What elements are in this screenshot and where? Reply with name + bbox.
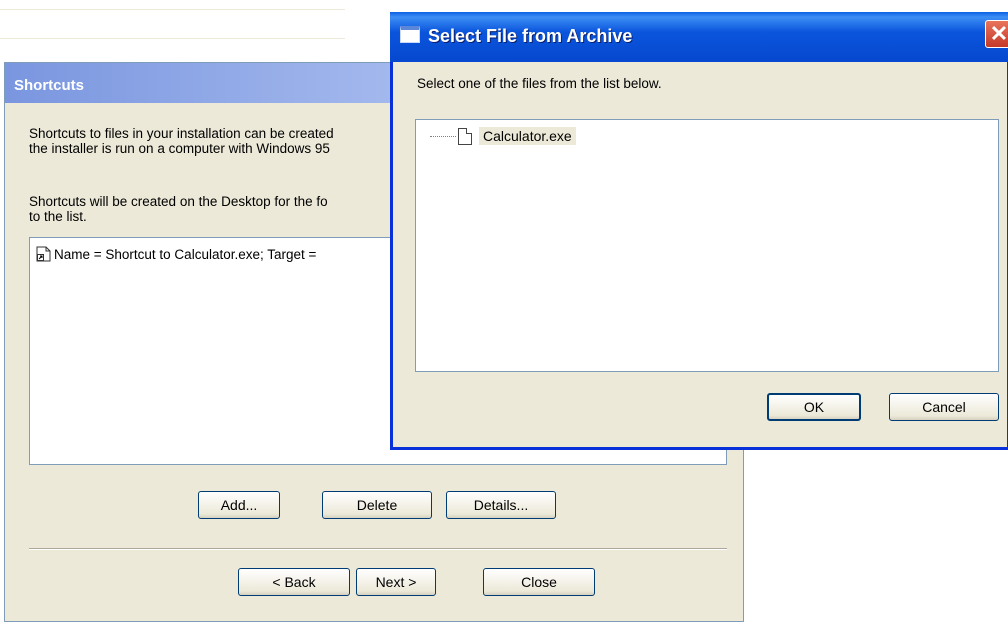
delete-button[interactable]: Delete bbox=[322, 491, 432, 519]
cancel-button[interactable]: Cancel bbox=[889, 393, 999, 421]
tree-item-label: Calculator.exe bbox=[479, 127, 576, 145]
ok-button[interactable]: OK bbox=[767, 393, 861, 421]
close-icon[interactable]: ✕ bbox=[985, 20, 1008, 48]
shortcut-icon bbox=[36, 246, 51, 262]
list-item[interactable]: Name = Shortcut to Calculator.exe; Targe… bbox=[36, 246, 316, 262]
dialog-title: Select File from Archive bbox=[428, 26, 633, 46]
wizard-desc-line-1: Shortcuts will be created on the Desktop… bbox=[29, 194, 328, 209]
select-file-dialog: Select File from Archive ✕ Select one of… bbox=[390, 12, 1008, 450]
wizard-intro-line-2: the installer is run on a computer with … bbox=[29, 141, 330, 156]
dialog-titlebar[interactable]: Select File from Archive ✕ bbox=[390, 12, 1008, 62]
wizard-intro-line-1: Shortcuts to files in your installation … bbox=[29, 126, 334, 141]
tree-connector bbox=[430, 135, 456, 137]
dialog-prompt: Select one of the files from the list be… bbox=[417, 76, 662, 91]
wizard-divider bbox=[29, 548, 727, 550]
file-tree[interactable]: Calculator.exe bbox=[415, 119, 999, 372]
tree-item[interactable]: Calculator.exe bbox=[430, 127, 576, 145]
background-window-strip bbox=[0, 0, 345, 39]
next-button[interactable]: Next > bbox=[356, 568, 436, 596]
file-icon bbox=[458, 127, 472, 145]
wizard-desc-line-2: to the list. bbox=[29, 209, 87, 224]
add-button[interactable]: Add... bbox=[198, 491, 280, 519]
details-button[interactable]: Details... bbox=[446, 491, 556, 519]
back-button[interactable]: < Back bbox=[238, 568, 350, 596]
wizard-title: Shortcuts bbox=[14, 77, 85, 94]
window-icon bbox=[400, 26, 420, 43]
background-window-line bbox=[0, 9, 345, 10]
list-item-label: Name = Shortcut to Calculator.exe; Targe… bbox=[54, 246, 317, 262]
close-button[interactable]: Close bbox=[483, 568, 595, 596]
